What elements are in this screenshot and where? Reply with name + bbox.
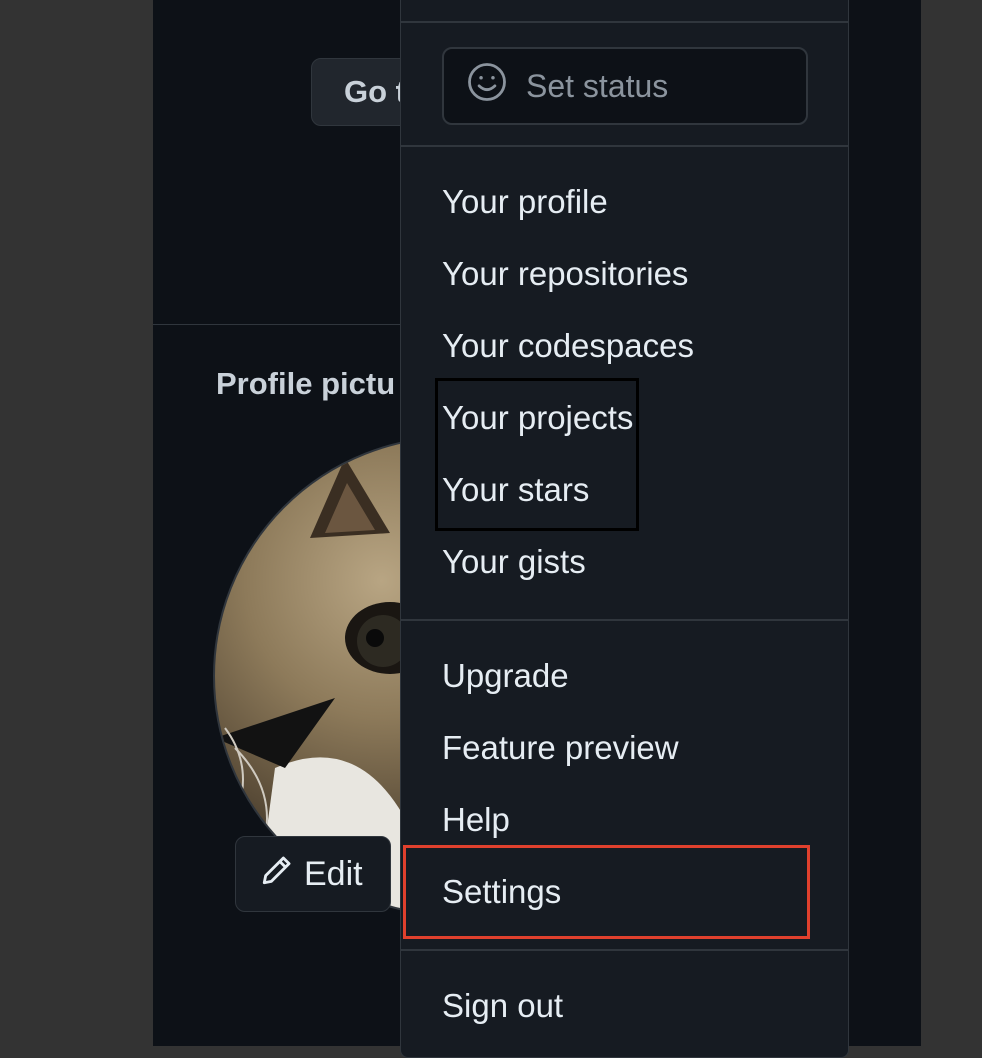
annotation-box-secondary	[435, 378, 639, 531]
menu-item-help[interactable]: Help	[442, 790, 510, 850]
menu-item-your-profile[interactable]: Your profile	[442, 172, 608, 232]
menu-divider	[401, 21, 848, 23]
menu-divider	[401, 619, 848, 621]
menu-item-upgrade[interactable]: Upgrade	[442, 646, 569, 706]
annotation-box-settings-highlight	[403, 845, 810, 939]
menu-divider	[401, 145, 848, 147]
menu-item-sign-out[interactable]: Sign out	[442, 976, 563, 1036]
edit-label: Edit	[304, 854, 363, 893]
pencil-icon	[260, 853, 294, 896]
profile-picture-heading: Profile pictu	[216, 366, 396, 401]
section-divider	[153, 324, 413, 325]
menu-item-your-codespaces[interactable]: Your codespaces	[442, 316, 694, 376]
menu-item-your-repositories[interactable]: Your repositories	[442, 244, 688, 304]
set-status-label: Set status	[526, 67, 669, 104]
menu-divider	[401, 949, 848, 951]
smiley-icon	[466, 61, 508, 111]
edit-avatar-button[interactable]: Edit	[235, 836, 391, 912]
menu-item-feature-preview[interactable]: Feature preview	[442, 718, 679, 778]
menu-item-your-gists[interactable]: Your gists	[442, 532, 586, 592]
set-status-button[interactable]: Set status	[442, 47, 808, 125]
